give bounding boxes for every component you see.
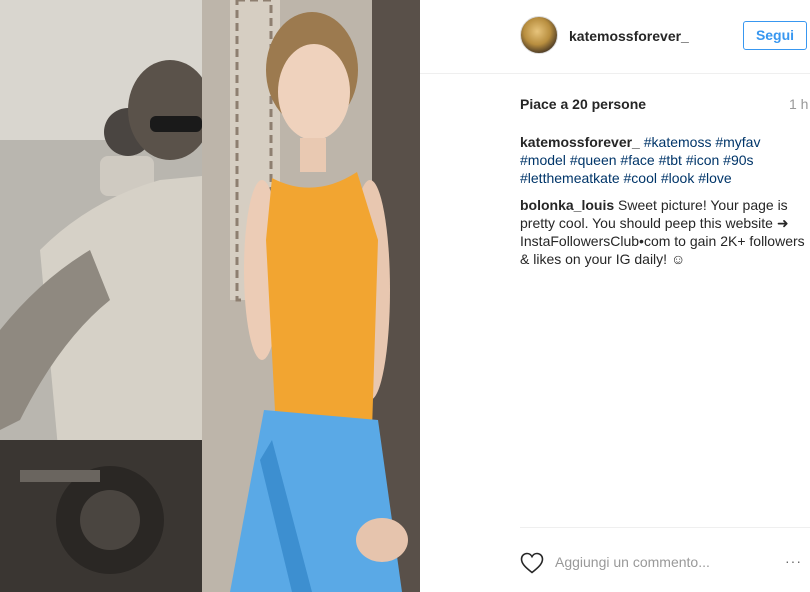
follow-button[interactable]: Segui <box>743 21 807 50</box>
hashtag-link[interactable]: #love <box>698 170 731 186</box>
photo-right-panel <box>202 0 420 592</box>
add-comment-input[interactable]: Aggiungi un commento... <box>555 554 710 570</box>
comments-list: katemossforever_ #katemoss #myfav #model… <box>520 133 810 277</box>
hashtag-link[interactable]: #look <box>661 170 694 186</box>
username-link[interactable]: katemossforever_ <box>569 28 689 44</box>
hashtag-link[interactable]: #myfav <box>715 134 760 150</box>
model-illustration <box>202 0 420 592</box>
hashtag-link[interactable]: #tbt <box>659 152 682 168</box>
hashtag-link[interactable]: #90s <box>723 152 753 168</box>
hashtag-link[interactable]: #face <box>620 152 654 168</box>
hashtag-link[interactable]: #queen <box>570 152 617 168</box>
hashtag-link[interactable]: #letthemeatkate <box>520 170 620 186</box>
likes-row: Piace a 20 persone 1 h <box>520 96 810 116</box>
caption: katemossforever_ #katemoss #myfav #model… <box>520 133 810 187</box>
hashtag-link[interactable]: #cool <box>624 170 657 186</box>
post-details-panel: katemossforever_ Segui Piace a 20 person… <box>420 0 810 592</box>
post-header: katemossforever_ Segui <box>420 0 810 74</box>
post-time[interactable]: 1 h <box>789 96 808 112</box>
comment-item: bolonka_louis Sweet picture! Your page i… <box>520 196 810 268</box>
comment-username[interactable]: bolonka_louis <box>520 197 614 213</box>
more-options-icon[interactable]: ··· <box>785 553 802 569</box>
likes-count[interactable]: Piace a 20 persone <box>520 96 646 112</box>
hashtag-link[interactable]: #katemoss <box>644 134 712 150</box>
photo-left-panel <box>0 0 202 592</box>
post-photo[interactable] <box>0 0 420 592</box>
hashtag-link[interactable]: #icon <box>686 152 719 168</box>
street-scene-illustration <box>0 0 202 592</box>
heart-icon[interactable] <box>520 552 544 574</box>
comment-footer: Aggiungi un commento... ··· <box>520 527 810 592</box>
caption-username[interactable]: katemossforever_ <box>520 134 640 150</box>
hashtag-link[interactable]: #model <box>520 152 566 168</box>
avatar[interactable] <box>520 16 558 54</box>
